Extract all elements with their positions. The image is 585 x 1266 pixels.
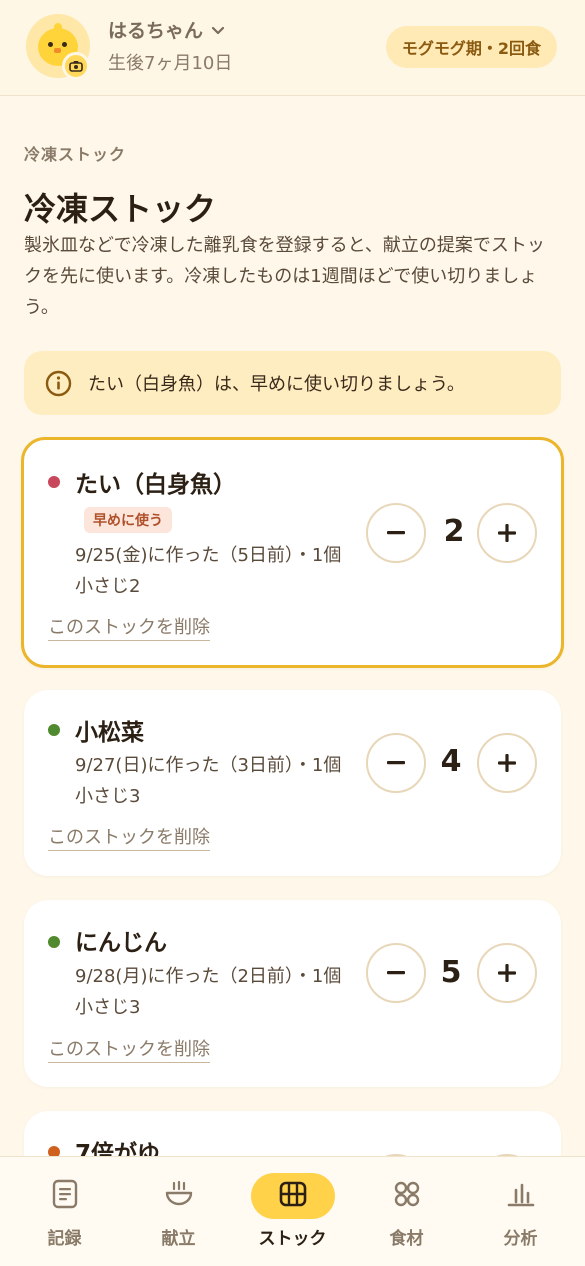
child-avatar[interactable] [26, 14, 90, 80]
nav-record[interactable]: 記録 [6, 1157, 123, 1266]
child-age: 生後7ヶ月10日 [108, 53, 233, 74]
delete-stock-link[interactable]: このストックを削除 [48, 827, 210, 851]
nav-ingredients[interactable]: 食材 [348, 1157, 465, 1266]
decrement-button[interactable] [366, 733, 426, 793]
section-label: 冷凍ストック [24, 145, 127, 164]
nav-menu[interactable]: 献立 [120, 1157, 237, 1266]
food-name: にんじん [75, 930, 167, 956]
decrement-button[interactable] [366, 503, 426, 563]
info-icon [45, 370, 72, 397]
notice-text: たい（白身魚）は、早めに使い切りましょう。 [88, 374, 465, 395]
nav-label: ストック [258, 1229, 327, 1249]
stock-count: 5 [440, 955, 462, 990]
status-dot [48, 724, 60, 736]
stock-meta: 9/27(日)に作った（3日前）・1個 小さじ3 [75, 755, 342, 807]
nav-analysis[interactable]: 分析 [462, 1157, 579, 1266]
food-name: 小松菜 [75, 720, 144, 746]
page-description: 製氷皿などで冷凍した離乳食を登録すると、献立の提案でストックを先に使います。冷凍… [24, 235, 545, 318]
nav-stock[interactable]: ストック [234, 1157, 351, 1266]
delete-stock-link[interactable]: このストックを削除 [48, 617, 210, 641]
ingredients-icon [393, 1180, 421, 1212]
chart-icon [507, 1180, 535, 1212]
ice-tray-icon [279, 1181, 307, 1211]
child-name: はるちゃん [108, 20, 204, 42]
status-dot [48, 936, 60, 948]
chevron-down-icon [211, 19, 225, 41]
status-dot [48, 476, 60, 488]
record-icon [52, 1179, 78, 1213]
stock-count: 2 [443, 514, 465, 549]
stock-card: たい（白身魚） 早めに使う 9/25(金)に作った（5日前）・1個 小さじ2 こ… [21, 437, 564, 668]
decrement-button[interactable] [366, 943, 426, 1003]
food-name: たい（白身魚） [75, 472, 236, 498]
child-switcher[interactable]: はるちゃん [108, 16, 225, 43]
increment-button[interactable] [477, 943, 537, 1003]
stock-card: 小松菜 9/27(日)に作った（3日前）・1個 小さじ3 このストックを削除 4 [24, 690, 561, 876]
stock-card: にんじん 9/28(月)に作った（2日前）・1個 小さじ3 このストックを削除 … [24, 900, 561, 1087]
increment-button[interactable] [477, 503, 537, 563]
stock-meta: 9/25(金)に作った（5日前）・1個 小さじ2 [75, 545, 342, 597]
notice-banner: たい（白身魚）は、早めに使い切りましょう。 [24, 351, 561, 415]
page-title: 冷凍ストック [24, 190, 217, 228]
camera-icon[interactable] [62, 52, 90, 80]
stock-meta: 9/28(月)に作った（2日前）・1個 小さじ3 [75, 966, 342, 1018]
bowl-icon [164, 1179, 194, 1213]
increment-button[interactable] [477, 733, 537, 793]
stage-badge: モグモグ期・2回食 [385, 26, 557, 68]
stock-count: 4 [440, 744, 462, 779]
use-soon-badge: 早めに使う [84, 507, 172, 533]
nav-label: 記録 [47, 1229, 82, 1249]
nav-label: 食材 [389, 1229, 424, 1249]
delete-stock-link[interactable]: このストックを削除 [48, 1039, 210, 1063]
nav-label: 献立 [161, 1229, 196, 1249]
app-header: はるちゃん 生後7ヶ月10日 モグモグ期・2回食 [0, 0, 585, 96]
bottom-nav: 記録 献立 ストック 食材 分析 [0, 1156, 585, 1266]
nav-label: 分析 [503, 1229, 538, 1249]
